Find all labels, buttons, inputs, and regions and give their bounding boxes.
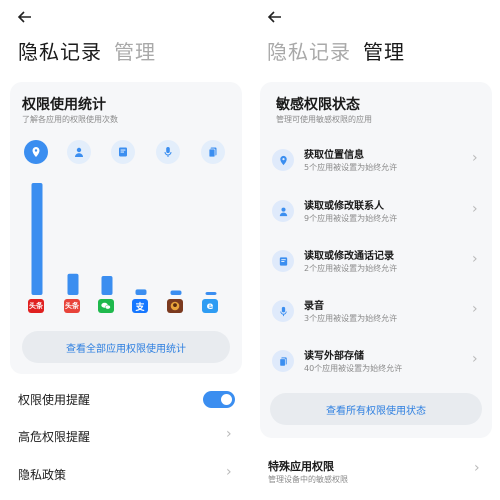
tab-privacy-records[interactable]: 隐私记录 xyxy=(267,40,351,64)
sensitive-permission-card: 敏感权限状态 管理可使用敏感权限的应用 获取位置信息 5个应用被设置为始终允许 … xyxy=(260,82,492,438)
permission-title: 获取位置信息 xyxy=(304,150,364,161)
card-title: 权限使用统计 xyxy=(22,97,106,113)
special-permissions-subtitle: 管理设备中的敏感权限 xyxy=(268,475,348,484)
chevron-right-icon: › xyxy=(472,251,478,267)
call-log-icon xyxy=(272,250,294,272)
tab-manage[interactable]: 管理 xyxy=(114,40,156,64)
bar-4 xyxy=(135,289,147,295)
permission-subtitle: 2个应用被设置为始终允许 xyxy=(304,264,398,273)
bar-1 xyxy=(31,183,43,295)
card-subtitle: 管理可使用敏感权限的应用 xyxy=(276,115,372,124)
microphone-icon[interactable] xyxy=(156,140,180,164)
permission-subtitle: 3个应用被设置为始终允许 xyxy=(304,314,398,323)
chevron-right-icon: › xyxy=(472,150,478,166)
setting-privacy-policy-label[interactable]: 隐私政策 xyxy=(18,466,66,483)
permission-title: 录音 xyxy=(304,301,324,312)
location-icon xyxy=(272,149,294,171)
alipay-app-icon[interactable]: 支 xyxy=(132,299,148,313)
card-title: 敏感权限状态 xyxy=(276,97,360,113)
wechat-app-icon[interactable] xyxy=(98,299,114,313)
chevron-right-icon: › xyxy=(472,301,478,317)
contacts-icon xyxy=(272,200,294,222)
permission-subtitle: 5个应用被设置为始终允许 xyxy=(304,163,398,172)
permission-title: 读取或修改通话记录 xyxy=(304,251,394,262)
permission-title: 读取或修改联系人 xyxy=(304,201,384,212)
view-all-app-stats-button[interactable]: 查看全部应用权限使用统计 xyxy=(22,331,230,363)
permission-subtitle: 9个应用被设置为始终允许 xyxy=(304,214,398,223)
back-arrow-icon[interactable] xyxy=(266,8,284,26)
back-arrow-icon[interactable] xyxy=(16,8,34,26)
view-all-permission-status-button[interactable]: 查看所有权限使用状态 xyxy=(270,393,482,425)
privacy-records-screen: 隐私记录 管理 权限使用统计 了解各应用的权限使用次数 头条 头条 支 e 查看… xyxy=(0,0,250,500)
toutiao-app-icon[interactable]: 头条 xyxy=(28,299,44,313)
location-icon[interactable] xyxy=(24,140,48,164)
microphone-icon xyxy=(272,300,294,322)
contacts-icon[interactable] xyxy=(67,140,91,164)
browser-app-icon[interactable]: e xyxy=(202,299,218,313)
card-subtitle: 了解各应用的权限使用次数 xyxy=(22,115,118,124)
special-permissions-title: 特殊应用权限 xyxy=(268,460,334,473)
storage-icon xyxy=(272,350,294,372)
permission-stats-card: 权限使用统计 了解各应用的权限使用次数 头条 头条 支 e 查看全部应用权限使用… xyxy=(10,82,242,374)
tab-privacy-records[interactable]: 隐私记录 xyxy=(18,40,102,64)
chevron-right-icon: › xyxy=(472,201,478,217)
tab-bar: 隐私记录 管理 xyxy=(267,36,417,65)
permission-subtitle: 40个应用被设置为始终允许 xyxy=(304,364,403,373)
bar-3 xyxy=(101,275,113,295)
chevron-right-icon: › xyxy=(226,464,232,480)
call-log-icon[interactable] xyxy=(111,140,135,164)
bar-6 xyxy=(205,292,217,295)
permission-reminder-toggle[interactable] xyxy=(203,391,235,408)
permission-usage-bar-chart xyxy=(31,183,217,295)
toutiao-lite-app-icon[interactable]: 头条 xyxy=(64,299,80,313)
tab-bar: 隐私记录 管理 xyxy=(18,36,168,65)
chevron-right-icon: › xyxy=(472,351,478,367)
tab-manage[interactable]: 管理 xyxy=(363,40,405,64)
setting-permission-reminder-label: 权限使用提醒 xyxy=(18,393,91,407)
permission-title: 读写外部存储 xyxy=(304,351,364,362)
manage-screen: 隐私记录 管理 敏感权限状态 管理可使用敏感权限的应用 获取位置信息 5个应用被设… xyxy=(250,0,500,500)
bar-2 xyxy=(67,273,79,295)
chevron-right-icon: › xyxy=(474,460,480,476)
setting-high-risk-reminder-label[interactable]: 高危权限提醒 xyxy=(18,428,90,445)
bar-5 xyxy=(170,290,182,295)
toggle-knob xyxy=(221,394,232,405)
game-app-icon[interactable] xyxy=(167,299,183,313)
storage-icon[interactable] xyxy=(201,140,225,164)
chevron-right-icon: › xyxy=(226,426,232,442)
